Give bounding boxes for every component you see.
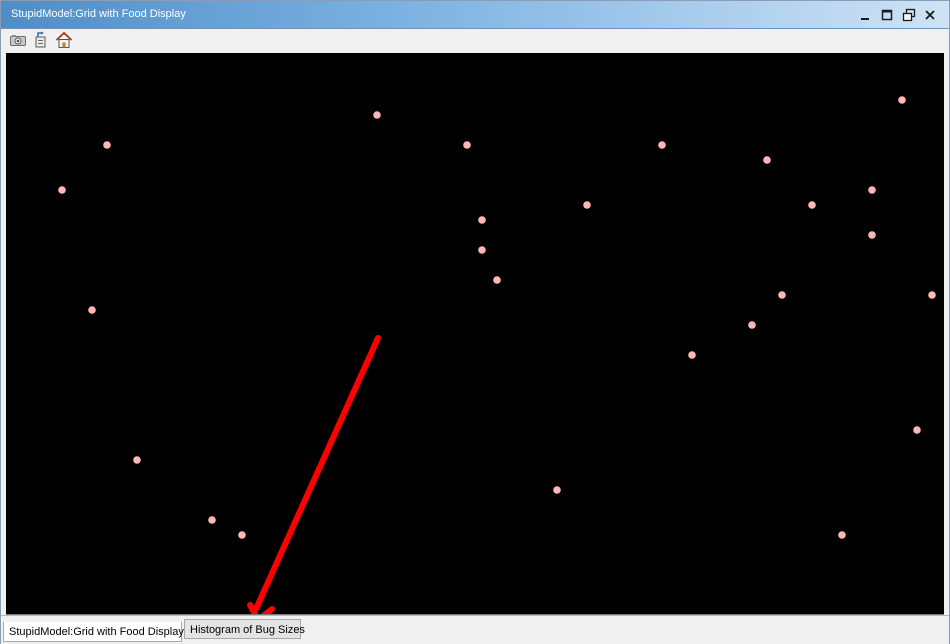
- camera-icon[interactable]: [9, 31, 27, 49]
- annotation-arrow: [247, 335, 381, 614]
- agent-dot: [463, 141, 471, 149]
- agent-dot: [58, 186, 66, 194]
- maximize-icon[interactable]: [879, 7, 895, 23]
- tab-grid-with-food-display[interactable]: StupidModel:Grid with Food Display: [3, 622, 184, 642]
- agent-dot: [583, 201, 591, 209]
- export-icon[interactable]: [32, 31, 50, 49]
- agent-dot: [553, 486, 561, 494]
- agent-dot: [688, 351, 696, 359]
- agent-dot: [838, 531, 846, 539]
- restore-icon[interactable]: [901, 7, 917, 23]
- minimize-icon[interactable]: [857, 7, 873, 23]
- tab-bar: StupidModel:Grid with Food Display Histo…: [1, 615, 949, 644]
- tab-histogram-of-bug-sizes[interactable]: Histogram of Bug Sizes: [184, 619, 305, 639]
- title-bar[interactable]: StupidModel:Grid with Food Display: [1, 1, 949, 29]
- grid-canvas: [58, 96, 936, 614]
- agent-dot: [208, 516, 216, 524]
- agent-dot: [103, 141, 111, 149]
- agent-dot: [748, 321, 756, 329]
- agent-dot: [373, 111, 381, 119]
- agent-dot: [808, 201, 816, 209]
- agent-dot: [238, 531, 246, 539]
- agent-dot: [133, 456, 141, 464]
- agent-dot: [478, 246, 486, 254]
- agent-dot: [898, 96, 906, 104]
- agent-dot: [478, 216, 486, 224]
- agent-dot: [88, 306, 96, 314]
- window-title: StupidModel:Grid with Food Display: [11, 8, 186, 20]
- agent-dot: [928, 291, 936, 299]
- home-icon[interactable]: [55, 31, 73, 49]
- agent-dot: [493, 276, 501, 284]
- tab-label: StupidModel:Grid with Food Display: [9, 626, 184, 638]
- tab-label: Histogram of Bug Sizes: [190, 624, 305, 636]
- agent-dot: [763, 156, 771, 164]
- agent-dot: [778, 291, 786, 299]
- agent-dot: [913, 426, 921, 434]
- agent-dot: [658, 141, 666, 149]
- agent-dot: [868, 186, 876, 194]
- close-icon[interactable]: [922, 7, 938, 23]
- agent-dot: [868, 231, 876, 239]
- app-window: StupidModel:Grid with Food Display Stupi…: [0, 0, 950, 644]
- grid-display[interactable]: [6, 53, 944, 615]
- toolbar: [1, 29, 949, 53]
